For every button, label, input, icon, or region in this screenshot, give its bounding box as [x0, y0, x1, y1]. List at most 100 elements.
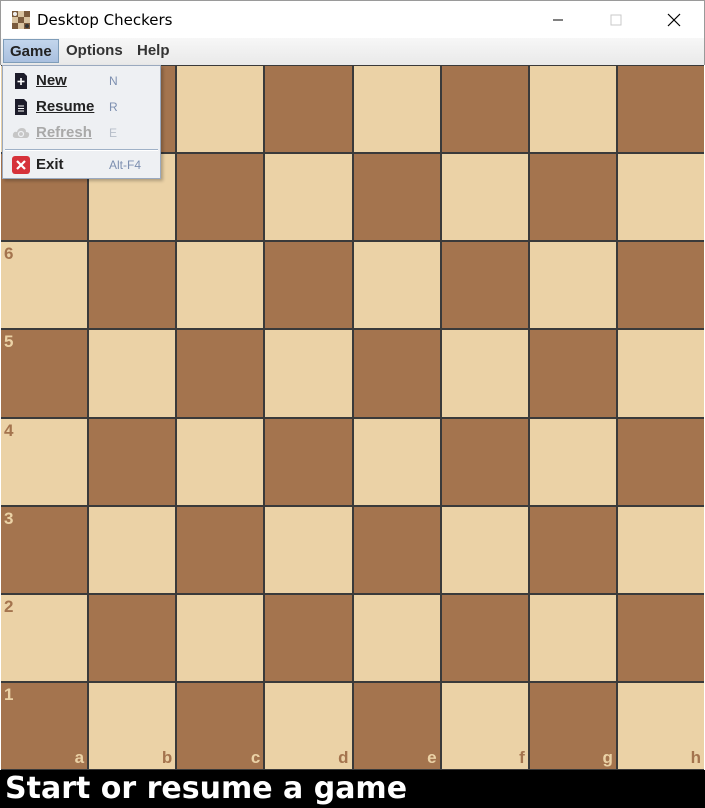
board-square-g8[interactable] — [529, 66, 616, 153]
board-square-f4[interactable] — [441, 418, 528, 505]
board-square-e4[interactable] — [353, 418, 440, 505]
board-square-a6[interactable]: 6 — [1, 242, 88, 329]
board-square-g1[interactable]: g — [529, 682, 616, 769]
board-square-a3[interactable]: 3 — [1, 506, 88, 593]
board-square-a2[interactable]: 2 — [1, 594, 88, 681]
board-square-h3[interactable] — [617, 506, 704, 593]
menu-item-label: Refresh — [36, 124, 92, 141]
board-square-h8[interactable] — [617, 66, 704, 153]
menu-item-refresh[interactable]: Refresh E — [3, 120, 160, 146]
board-square-c4[interactable] — [177, 418, 264, 505]
board-square-e6[interactable] — [353, 242, 440, 329]
board-square-d8[interactable] — [265, 66, 352, 153]
board-square-h4[interactable] — [617, 418, 704, 505]
board-square-g4[interactable] — [529, 418, 616, 505]
menu-item-resume[interactable]: Resume R — [3, 94, 160, 120]
board-square-e2[interactable] — [353, 594, 440, 681]
board-square-d5[interactable] — [265, 330, 352, 417]
menu-bar: Game Options Help — [0, 38, 705, 65]
board-square-c8[interactable] — [177, 66, 264, 153]
rank-label: 3 — [4, 508, 14, 528]
rank-label: 5 — [4, 332, 14, 352]
status-bar: Start or resume a game — [0, 770, 705, 808]
board-square-c3[interactable] — [177, 506, 264, 593]
board-square-e7[interactable] — [353, 154, 440, 241]
board-square-h1[interactable]: h — [617, 682, 704, 769]
board-square-c5[interactable] — [177, 330, 264, 417]
board-square-c7[interactable] — [177, 154, 264, 241]
board-square-e3[interactable] — [353, 506, 440, 593]
board-square-g5[interactable] — [529, 330, 616, 417]
board-square-g3[interactable] — [529, 506, 616, 593]
board-square-d6[interactable] — [265, 242, 352, 329]
status-message: Start or resume a game — [5, 771, 408, 806]
menu-item-label: New — [36, 72, 67, 89]
board-square-c2[interactable] — [177, 594, 264, 681]
menu-separator — [5, 149, 158, 151]
exit-icon — [12, 156, 30, 174]
new-document-icon — [15, 73, 27, 89]
board-square-f5[interactable] — [441, 330, 528, 417]
rank-label: 4 — [4, 420, 14, 440]
board-square-a5[interactable]: 5 — [1, 330, 88, 417]
file-label: a — [74, 748, 85, 767]
board-square-b6[interactable] — [89, 242, 176, 329]
board-square-h7[interactable] — [617, 154, 704, 241]
file-label: b — [161, 748, 173, 767]
board-square-d2[interactable] — [265, 594, 352, 681]
file-label: c — [250, 748, 261, 767]
menu-options[interactable]: Options — [60, 39, 129, 63]
menu-help[interactable]: Help — [131, 39, 176, 63]
board-square-f3[interactable] — [441, 506, 528, 593]
board-square-e5[interactable] — [353, 330, 440, 417]
file-label: f — [519, 748, 525, 767]
maximize-button[interactable] — [593, 1, 639, 38]
board-square-h6[interactable] — [617, 242, 704, 329]
close-button[interactable] — [651, 1, 697, 38]
board-square-a4[interactable]: 4 — [1, 418, 88, 505]
menu-item-exit[interactable]: Exit Alt-F4 — [3, 152, 160, 178]
board-square-h2[interactable] — [617, 594, 704, 681]
file-label: e — [427, 748, 437, 767]
file-label: h — [690, 748, 701, 767]
board-square-g7[interactable] — [529, 154, 616, 241]
board-square-d4[interactable] — [265, 418, 352, 505]
board-square-a1[interactable]: 1a — [1, 682, 88, 769]
board-square-f6[interactable] — [441, 242, 528, 329]
board-square-d3[interactable] — [265, 506, 352, 593]
menu-item-accelerator: Alt-F4 — [109, 158, 142, 172]
board-square-b2[interactable] — [89, 594, 176, 681]
minimize-icon — [553, 19, 563, 20]
board-square-b4[interactable] — [89, 418, 176, 505]
board-square-b5[interactable] — [89, 330, 176, 417]
board-square-d7[interactable] — [265, 154, 352, 241]
board-square-b1[interactable]: b — [89, 682, 176, 769]
board-square-f1[interactable]: f — [441, 682, 528, 769]
menu-item-accelerator: R — [109, 100, 118, 114]
minimize-button[interactable] — [535, 1, 581, 38]
title-bar: Desktop Checkers — [0, 0, 705, 38]
file-label: g — [602, 748, 613, 767]
menu-game[interactable]: Game — [3, 39, 59, 63]
board-square-g6[interactable] — [529, 242, 616, 329]
menu-item-accelerator: E — [109, 126, 118, 140]
board-square-c1[interactable]: c — [177, 682, 264, 769]
cloud-refresh-icon — [12, 128, 30, 138]
rank-label: 6 — [4, 244, 14, 264]
board-square-h5[interactable] — [617, 330, 704, 417]
resume-document-icon — [15, 99, 27, 115]
board-square-c6[interactable] — [177, 242, 264, 329]
close-icon — [667, 13, 681, 26]
window-title: Desktop Checkers — [37, 11, 173, 29]
board-square-e1[interactable]: e — [353, 682, 440, 769]
board-square-d1[interactable]: d — [265, 682, 352, 769]
board-square-g2[interactable] — [529, 594, 616, 681]
board-square-f2[interactable] — [441, 594, 528, 681]
rank-label: 1 — [4, 684, 14, 704]
board-square-b3[interactable] — [89, 506, 176, 593]
menu-item-new[interactable]: New N — [3, 68, 160, 94]
board-square-f8[interactable] — [441, 66, 528, 153]
board-square-f7[interactable] — [441, 154, 528, 241]
checkers-board-icon — [12, 11, 30, 29]
board-square-e8[interactable] — [353, 66, 440, 153]
